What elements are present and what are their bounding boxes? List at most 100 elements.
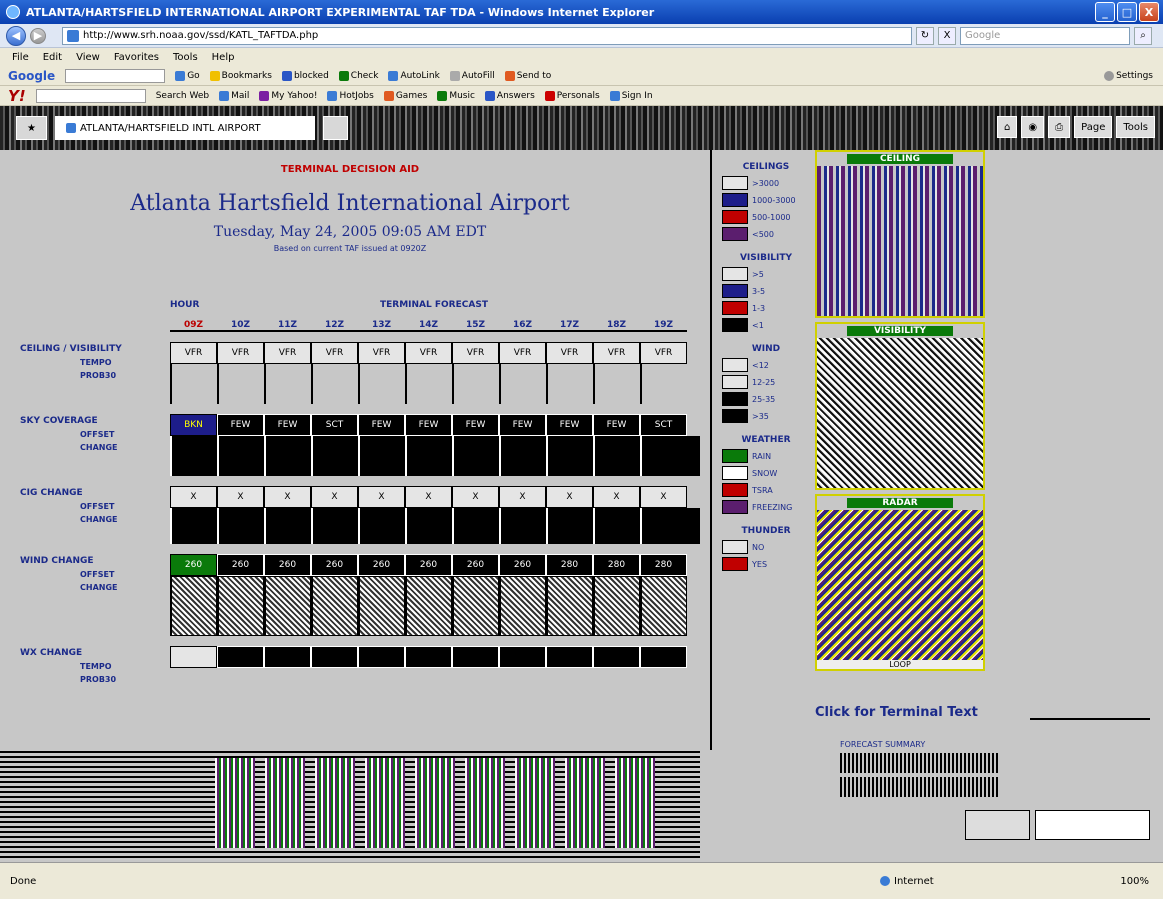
forecast-cell[interactable]: VFR bbox=[264, 342, 311, 364]
home-button[interactable]: ⌂ bbox=[997, 116, 1018, 138]
new-tab-button[interactable] bbox=[322, 116, 349, 140]
forecast-cell[interactable]: X bbox=[358, 486, 405, 508]
forecast-cell[interactable]: FEW bbox=[358, 414, 405, 436]
search-input[interactable]: Google bbox=[960, 26, 1130, 45]
forecast-cell[interactable]: VFR bbox=[358, 342, 405, 364]
radar-panel[interactable]: RADAR LOOP bbox=[815, 494, 985, 671]
settings-button[interactable]: Settings bbox=[1104, 70, 1153, 81]
sendto-button[interactable]: Send to bbox=[504, 70, 551, 81]
menu-help[interactable]: Help bbox=[212, 52, 235, 63]
forecast-cell[interactable]: 260 bbox=[452, 554, 499, 576]
my-yahoo-button[interactable]: My Yahoo! bbox=[259, 90, 317, 101]
forecast-cell[interactable]: 260 bbox=[170, 554, 217, 576]
autofill-button[interactable]: AutoFill bbox=[449, 70, 495, 81]
forecast-cell[interactable]: VFR bbox=[405, 342, 452, 364]
forecast-cell[interactable]: 260 bbox=[358, 554, 405, 576]
forecast-cell[interactable] bbox=[170, 646, 217, 668]
ceiling-panel[interactable]: CEILING bbox=[815, 150, 985, 318]
forecast-cell[interactable] bbox=[452, 646, 499, 668]
forecast-cell[interactable] bbox=[405, 646, 452, 668]
forecast-cell[interactable] bbox=[546, 646, 593, 668]
forecast-cell[interactable]: FEW bbox=[499, 414, 546, 436]
forecast-cell[interactable]: X bbox=[405, 486, 452, 508]
games-button[interactable]: Games bbox=[383, 90, 427, 101]
radar-loop-link[interactable]: LOOP bbox=[817, 660, 983, 669]
check-button[interactable]: Check bbox=[338, 70, 378, 81]
signin-button[interactable]: Sign In bbox=[609, 90, 653, 101]
popup-blocked-button[interactable]: blocked bbox=[281, 70, 329, 81]
answers-button[interactable]: Answers bbox=[484, 90, 535, 101]
forecast-cell[interactable]: 260 bbox=[217, 554, 264, 576]
forecast-cell[interactable]: 280 bbox=[546, 554, 593, 576]
yahoo-search-web-button[interactable]: Search Web bbox=[156, 91, 209, 101]
maximize-button[interactable]: □ bbox=[1117, 2, 1137, 22]
forecast-cell[interactable]: VFR bbox=[499, 342, 546, 364]
forecast-cell[interactable]: X bbox=[640, 486, 687, 508]
forecast-cell[interactable]: FEW bbox=[452, 414, 499, 436]
menu-favorites[interactable]: Favorites bbox=[114, 52, 159, 63]
forecast-cell[interactable]: X bbox=[499, 486, 546, 508]
forecast-cell[interactable]: 260 bbox=[311, 554, 358, 576]
forecast-cell[interactable] bbox=[499, 646, 546, 668]
forecast-cell[interactable] bbox=[311, 646, 358, 668]
forecast-cell[interactable]: X bbox=[264, 486, 311, 508]
forecast-cell[interactable] bbox=[217, 646, 264, 668]
terminal-text-link[interactable]: Click for Terminal Text bbox=[815, 705, 978, 720]
visibility-panel[interactable]: VISIBILITY bbox=[815, 322, 985, 490]
forecast-cell[interactable]: 260 bbox=[499, 554, 546, 576]
yahoo-search-input[interactable] bbox=[35, 88, 146, 103]
forecast-cell[interactable]: X bbox=[217, 486, 264, 508]
forecast-cell[interactable]: X bbox=[452, 486, 499, 508]
back-button[interactable]: ◀ bbox=[6, 25, 26, 46]
forecast-cell[interactable] bbox=[264, 646, 311, 668]
personals-button[interactable]: Personals bbox=[544, 90, 600, 101]
refresh-button[interactable]: ↻ bbox=[916, 26, 934, 45]
minimize-button[interactable]: _ bbox=[1095, 2, 1115, 22]
menu-tools[interactable]: Tools bbox=[173, 52, 198, 63]
autolink-button[interactable]: AutoLink bbox=[388, 70, 440, 81]
search-button[interactable]: ⌕ bbox=[1134, 26, 1152, 45]
tab-active[interactable]: ATLANTA/HARTSFIELD INTL AIRPORT bbox=[54, 116, 315, 140]
hotjobs-button[interactable]: HotJobs bbox=[327, 90, 374, 101]
forward-button[interactable]: ▶ bbox=[30, 27, 46, 44]
forecast-cell[interactable]: 280 bbox=[593, 554, 640, 576]
stop-button[interactable]: X bbox=[938, 26, 956, 45]
forecast-cell[interactable]: BKN bbox=[170, 414, 217, 436]
forecast-cell[interactable]: 260 bbox=[264, 554, 311, 576]
forecast-cell[interactable]: FEW bbox=[217, 414, 264, 436]
forecast-cell[interactable]: VFR bbox=[452, 342, 499, 364]
close-button[interactable]: X bbox=[1139, 2, 1159, 22]
menu-edit[interactable]: Edit bbox=[43, 52, 62, 63]
forecast-cell[interactable]: SCT bbox=[640, 414, 687, 436]
forecast-cell[interactable]: X bbox=[593, 486, 640, 508]
forecast-cell[interactable]: FEW bbox=[593, 414, 640, 436]
forecast-cell[interactable] bbox=[358, 646, 405, 668]
forecast-cell[interactable]: FEW bbox=[264, 414, 311, 436]
forecast-cell[interactable]: FEW bbox=[546, 414, 593, 436]
print-button[interactable]: ⎙ bbox=[1048, 116, 1071, 138]
page-menu-button[interactable]: Page bbox=[1074, 116, 1113, 138]
forecast-cell[interactable]: SCT bbox=[311, 414, 358, 436]
forecast-cell[interactable]: VFR bbox=[311, 342, 358, 364]
forecast-cell[interactable]: X bbox=[311, 486, 358, 508]
menu-file[interactable]: File bbox=[12, 52, 29, 63]
forecast-cell[interactable]: 280 bbox=[640, 554, 687, 576]
forecast-cell[interactable]: FEW bbox=[405, 414, 452, 436]
zoom-level[interactable]: 100% bbox=[1120, 876, 1149, 887]
feeds-button[interactable]: ◉ bbox=[1021, 116, 1045, 138]
menu-view[interactable]: View bbox=[76, 52, 100, 63]
forecast-cell[interactable]: 260 bbox=[405, 554, 452, 576]
forecast-cell[interactable] bbox=[593, 646, 640, 668]
google-go-button[interactable]: Go bbox=[175, 70, 200, 81]
forecast-cell[interactable]: VFR bbox=[640, 342, 687, 364]
forecast-cell[interactable]: X bbox=[546, 486, 593, 508]
music-button[interactable]: Music bbox=[437, 90, 475, 101]
url-field[interactable]: http://www.srh.noaa.gov/ssd/KATL_TAFTDA.… bbox=[62, 26, 912, 45]
forecast-cell[interactable]: X bbox=[170, 486, 217, 508]
bookmarks-button[interactable]: Bookmarks bbox=[209, 70, 272, 81]
forecast-cell[interactable]: VFR bbox=[170, 342, 217, 364]
forecast-cell[interactable]: VFR bbox=[217, 342, 264, 364]
google-search-input[interactable] bbox=[65, 68, 166, 83]
forecast-cell[interactable]: VFR bbox=[546, 342, 593, 364]
tools-menu-button[interactable]: Tools bbox=[1116, 116, 1155, 138]
